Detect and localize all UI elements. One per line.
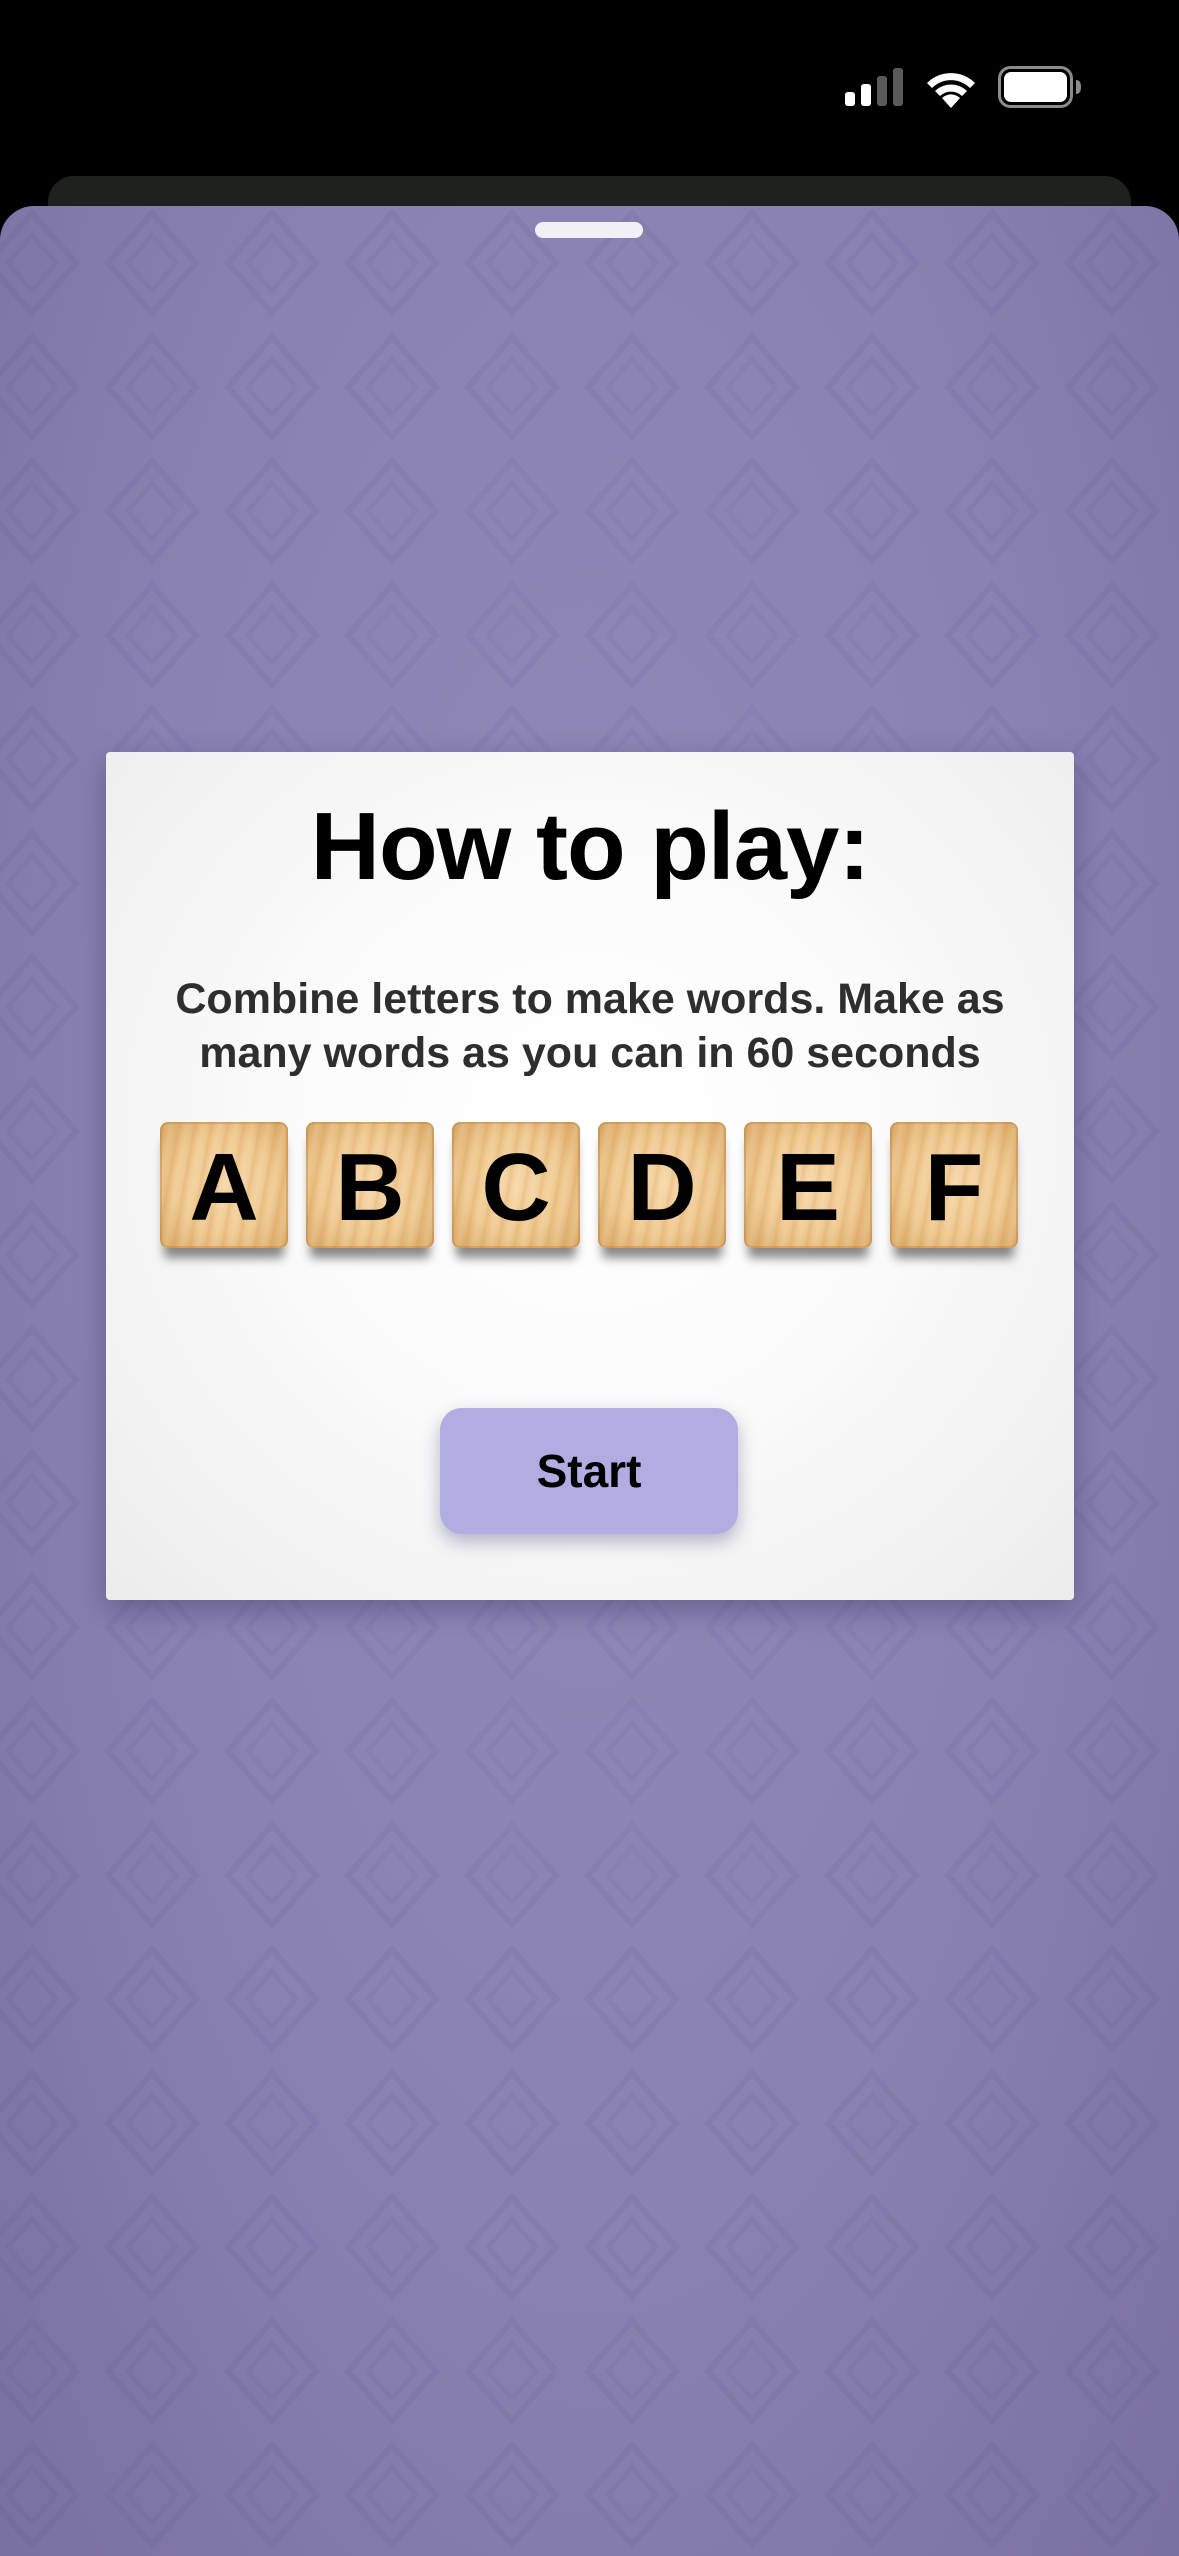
tile-letter: E <box>775 1134 841 1241</box>
tile-letter: B <box>335 1134 405 1241</box>
app-screen: How to play: Combine letters to make wor… <box>0 0 1179 2556</box>
start-button[interactable]: Start <box>440 1408 738 1534</box>
how-to-play-card: How to play: Combine letters to make wor… <box>106 752 1074 1600</box>
status-bar <box>0 0 1179 170</box>
tile-letter: A <box>189 1134 259 1241</box>
letter-tile-a: A <box>160 1122 288 1248</box>
letter-tile-e: E <box>744 1122 872 1248</box>
sheet-grabber[interactable] <box>535 222 643 238</box>
tile-letter: D <box>627 1134 697 1241</box>
card-title: How to play: <box>310 793 871 900</box>
tile-letter: F <box>924 1134 984 1241</box>
letter-tile-c: C <box>452 1122 580 1248</box>
cellular-signal-icon <box>845 68 903 106</box>
tile-letter: C <box>481 1134 551 1241</box>
wifi-icon <box>927 73 975 108</box>
card-description: Combine letters to make words. Make as m… <box>175 975 1005 1077</box>
letter-tile-d: D <box>598 1122 726 1248</box>
letter-tile-f: F <box>890 1122 1018 1248</box>
battery-icon <box>998 66 1081 108</box>
letter-tile-b: B <box>306 1122 434 1248</box>
letter-tiles: A B C D E F <box>160 1122 1020 1262</box>
